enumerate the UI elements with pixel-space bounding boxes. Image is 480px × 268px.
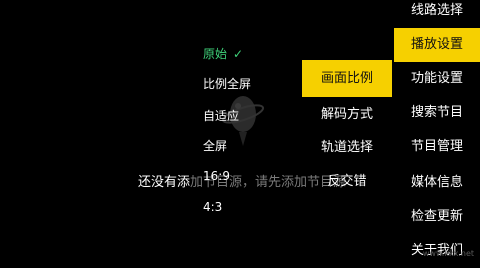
aspect-option-label: 自适应 [203, 109, 240, 123]
submenu-item-label: 反交错 [327, 174, 367, 189]
menu-item-search-program[interactable]: 搜索节目 [394, 96, 480, 130]
menu-item-check-update[interactable]: 检查更新 [394, 200, 480, 234]
checkmark-icon: ✓ [233, 47, 244, 61]
empty-hint-prefix: 还没有添 [138, 175, 191, 190]
aspect-option-4-3[interactable]: 4:3 [203, 195, 222, 219]
aspect-option-label: 全屏 [203, 139, 228, 153]
aspect-option-16-9[interactable]: 16:9 [203, 164, 230, 188]
menu-item-label: 节目管理 [410, 139, 463, 154]
menu-item-line-select[interactable]: 线路选择 [394, 0, 480, 28]
menu-item-label: 线路选择 [410, 3, 463, 18]
submenu-item-label: 轨道选择 [320, 140, 373, 155]
menu-item-label: 播放设置 [410, 37, 463, 52]
aspect-option-adaptive[interactable]: 自适应 [203, 104, 239, 128]
submenu-item-aspect-ratio[interactable]: 画面比例 [302, 60, 392, 97]
submenu-item-label: 解码方式 [320, 107, 373, 122]
menu-item-function-settings[interactable]: 功能设置 [394, 62, 480, 96]
menu-item-program-management[interactable]: 节目管理 [394, 130, 480, 164]
submenu-item-deinterlace[interactable]: 反交错 [302, 165, 392, 199]
submenu-item-label: 画面比例 [320, 71, 373, 86]
menu-item-label: 媒体信息 [410, 175, 463, 190]
menu-item-playback-settings[interactable]: 播放设置 [394, 28, 480, 62]
site-watermark: www.kkx.net [422, 249, 474, 258]
aspect-option-proportional-fullscreen[interactable]: 比例全屏 [203, 72, 251, 96]
submenu-item-track-select[interactable]: 轨道选择 [302, 131, 392, 165]
aspect-option-original[interactable]: 原始 ✓ [203, 42, 243, 66]
aspect-option-label: 原始 [203, 47, 228, 61]
aspect-option-fullscreen[interactable]: 全屏 [203, 134, 227, 158]
menu-item-media-info[interactable]: 媒体信息 [394, 166, 480, 200]
aspect-option-label: 比例全屏 [203, 77, 252, 91]
aspect-option-label: 16:9 [203, 169, 230, 183]
menu-item-label: 检查更新 [410, 209, 463, 224]
aspect-option-label: 4:3 [203, 200, 223, 214]
menu-item-label: 功能设置 [410, 71, 463, 86]
menu-item-label: 搜索节目 [410, 105, 463, 120]
submenu-item-decode-mode[interactable]: 解码方式 [302, 98, 392, 132]
